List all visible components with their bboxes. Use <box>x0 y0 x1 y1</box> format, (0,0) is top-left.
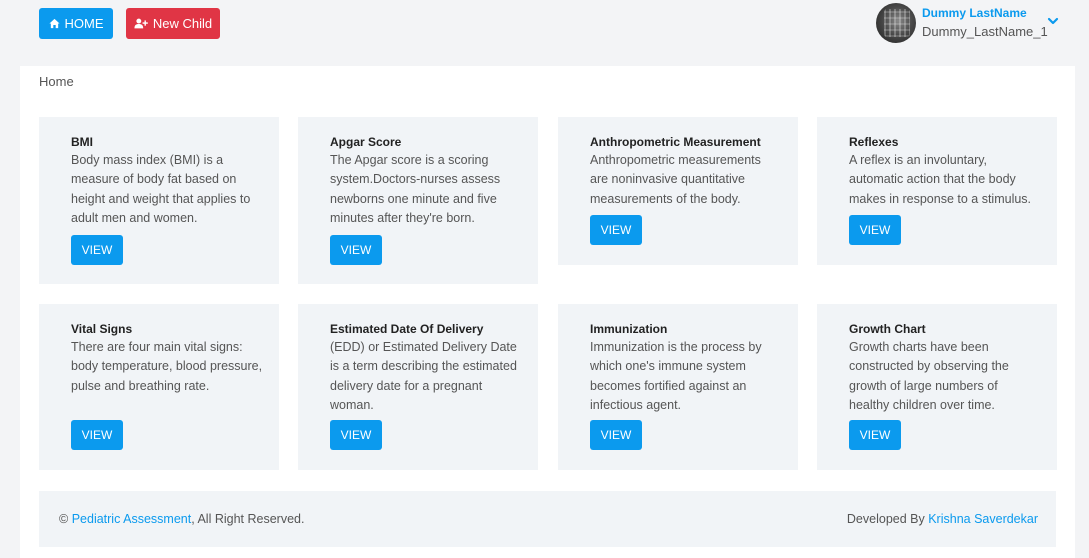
rights-text: , All Right Reserved. <box>191 512 305 526</box>
breadcrumb[interactable]: Home <box>39 74 74 89</box>
user-id: Dummy_LastName_1 <box>922 24 1048 39</box>
card-description: The Apgar score is a scoring system.Doct… <box>330 153 501 225</box>
card-anthropometric-measurement: Anthropometric Measurement Anthropometri… <box>558 117 798 265</box>
card-description: A reflex is an involuntary, automatic ac… <box>849 153 1032 206</box>
card-title: Growth Chart <box>849 322 926 336</box>
card-title: Apgar Score <box>330 135 402 149</box>
card-description: Growth charts have been constructed by o… <box>849 340 1009 412</box>
card-title: BMI <box>71 135 93 149</box>
view-button[interactable]: VIEW <box>590 215 642 245</box>
card-reflexes: Reflexes A reflex is an involuntary, aut… <box>817 117 1057 265</box>
view-button[interactable]: VIEW <box>71 420 123 450</box>
card-title: Reflexes <box>849 135 899 149</box>
avatar[interactable] <box>876 3 916 43</box>
card-description: Body mass index (BMI) is a measure of bo… <box>71 153 251 225</box>
card-title: Estimated Date Of Delivery <box>330 322 484 336</box>
card-immunization: Immunization Immunization is the process… <box>558 304 798 470</box>
view-button[interactable]: VIEW <box>590 420 642 450</box>
new-child-button-label: New Child <box>152 16 213 31</box>
card-description: There are four main vital signs: body te… <box>71 340 263 393</box>
developer-link[interactable]: Krishna Saverdekar <box>928 512 1038 526</box>
card-growth-chart: Growth Chart Growth charts have been con… <box>817 304 1057 470</box>
card-apgar-score: Apgar Score The Apgar score is a scoring… <box>298 117 538 284</box>
card-description: Anthropometric measurements are noninvas… <box>590 153 761 206</box>
card-estimated-date-of-delivery: Estimated Date Of Delivery (EDD) or Esti… <box>298 304 538 470</box>
view-button[interactable]: VIEW <box>849 420 901 450</box>
top-bar: HOME New Child Dummy LastName Dummy_Last… <box>0 0 1089 66</box>
footer-credit: Developed By Krishna Saverdekar <box>847 512 1038 526</box>
user-name[interactable]: Dummy LastName <box>922 6 1027 20</box>
view-button[interactable]: VIEW <box>330 420 382 450</box>
new-child-button[interactable]: New Child <box>126 8 220 39</box>
card-description: Immunization is the process by which one… <box>590 340 762 412</box>
user-plus-icon <box>134 18 148 29</box>
card-title: Vital Signs <box>71 322 133 336</box>
card-description: (EDD) or Estimated Delivery Date is a te… <box>330 340 517 412</box>
home-icon <box>48 18 60 29</box>
card-vital-signs: Vital Signs There are four main vital si… <box>39 304 279 470</box>
chevron-down-icon[interactable] <box>1047 16 1059 26</box>
home-button-label: HOME <box>64 16 104 31</box>
developed-by-text: Developed By <box>846 512 925 526</box>
footer: © Pediatric Assessment, All Right Reserv… <box>39 491 1056 547</box>
card-title: Anthropometric Measurement <box>590 135 761 149</box>
view-button[interactable]: VIEW <box>849 215 901 245</box>
home-button[interactable]: HOME <box>39 8 113 39</box>
card-bmi: BMI Body mass index (BMI) is a measure o… <box>39 117 279 284</box>
main-panel: Home BMI Body mass index (BMI) is a meas… <box>20 66 1075 558</box>
app-link[interactable]: Pediatric Assessment <box>72 512 192 526</box>
card-title: Immunization <box>590 322 668 336</box>
copyright-symbol: © <box>59 512 69 526</box>
view-button[interactable]: VIEW <box>330 235 382 265</box>
footer-copyright: © Pediatric Assessment, All Right Reserv… <box>59 512 304 526</box>
view-button[interactable]: VIEW <box>71 235 123 265</box>
